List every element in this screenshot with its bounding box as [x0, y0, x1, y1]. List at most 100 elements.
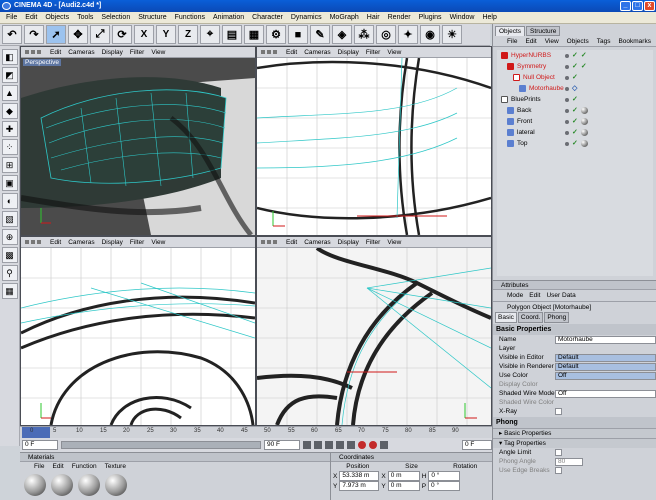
- menu-selection[interactable]: Selection: [101, 14, 130, 21]
- camera-icon[interactable]: ◉: [420, 25, 440, 44]
- redo-icon[interactable]: ↷: [24, 25, 44, 44]
- vp1-menu-edit[interactable]: Edit: [50, 49, 61, 56]
- vp2-menu-filter[interactable]: Filter: [366, 49, 380, 56]
- phong-basic-properties[interactable]: ▸ Basic Properties: [493, 428, 656, 438]
- om-menu-file[interactable]: File: [507, 38, 517, 45]
- om-menu-edit[interactable]: Edit: [525, 38, 536, 45]
- edges-mode-icon[interactable]: ⊞: [1, 157, 18, 173]
- material-swatch[interactable]: [24, 474, 46, 496]
- object-row-blueprints[interactable]: BluePrints ✓: [497, 94, 653, 105]
- tab-basic[interactable]: Basic: [495, 312, 517, 323]
- mat-menu-texture[interactable]: Texture: [105, 462, 126, 472]
- vp2-menu-view[interactable]: View: [387, 49, 401, 56]
- side-viewport[interactable]: Edit Cameras Display Filter View: [256, 46, 492, 236]
- tab-phong[interactable]: Phong: [544, 312, 570, 323]
- vp1-menu-filter[interactable]: Filter: [130, 49, 144, 56]
- tweak-mode-icon[interactable]: ▧: [1, 211, 18, 227]
- vp4-menu-view[interactable]: View: [387, 239, 401, 246]
- timeline-playhead[interactable]: [22, 427, 50, 438]
- phong-angle-field[interactable]: 80: [555, 457, 583, 466]
- points-mode-icon[interactable]: ⁘: [1, 139, 18, 155]
- shaded-wire-mode-field[interactable]: Off: [555, 389, 656, 398]
- perspective-viewport[interactable]: Edit Cameras Display Filter View Perspec…: [20, 46, 256, 236]
- object-row-null-object[interactable]: Null Object ✓: [497, 72, 653, 83]
- close-button[interactable]: x: [644, 1, 655, 11]
- object-row-lateral[interactable]: lateral ✓: [497, 127, 653, 138]
- goto-end-icon[interactable]: [347, 441, 355, 449]
- vp4-menu-edit[interactable]: Edit: [286, 239, 297, 246]
- animation-mode-icon[interactable]: ◐: [1, 193, 18, 209]
- om-menu-bookmarks[interactable]: Bookmarks: [618, 38, 651, 45]
- name-field[interactable]: Motorhaube: [555, 335, 656, 344]
- use-color-select[interactable]: Off: [555, 371, 656, 380]
- size-y-field[interactable]: 0 m: [387, 481, 420, 491]
- mat-menu-edit[interactable]: Edit: [52, 462, 63, 472]
- prev-frame-icon[interactable]: [314, 441, 322, 449]
- menu-help[interactable]: Help: [482, 14, 496, 21]
- vp4-menu-display[interactable]: Display: [338, 239, 359, 246]
- menu-functions[interactable]: Functions: [175, 14, 205, 21]
- autokey-icon[interactable]: [369, 441, 377, 449]
- goto-start-icon[interactable]: [303, 441, 311, 449]
- material-swatch[interactable]: [51, 474, 73, 496]
- vp1-menu-view[interactable]: View: [151, 49, 165, 56]
- polygons-mode-icon[interactable]: ▣: [1, 175, 18, 191]
- texture-mode-icon[interactable]: ◆: [1, 103, 18, 119]
- maximize-button[interactable]: □: [632, 1, 643, 11]
- move-icon[interactable]: ✥: [68, 25, 88, 44]
- menu-plugins[interactable]: Plugins: [419, 14, 442, 21]
- scene-icon[interactable]: ✦: [398, 25, 418, 44]
- size-x-field[interactable]: 0 m: [387, 471, 420, 481]
- material-swatch[interactable]: [105, 474, 127, 496]
- material-swatch[interactable]: [78, 474, 100, 496]
- array-icon[interactable]: ⁂: [354, 25, 374, 44]
- visible-editor-select[interactable]: Default: [555, 353, 656, 362]
- mat-menu-function[interactable]: Function: [72, 462, 97, 472]
- visible-renderer-select[interactable]: Default: [555, 362, 656, 371]
- menu-tools[interactable]: Tools: [77, 14, 93, 21]
- tab-objects[interactable]: Objects: [495, 26, 526, 36]
- om-menu-view[interactable]: View: [545, 38, 559, 45]
- object-row-front[interactable]: Front ✓: [497, 116, 653, 127]
- attr-menu-mode[interactable]: Mode: [507, 292, 523, 299]
- vp3-menu-edit[interactable]: Edit: [50, 239, 61, 246]
- vp3-menu-view[interactable]: View: [151, 239, 165, 246]
- object-row-symmetry[interactable]: Symmetry ✓ ✓: [497, 61, 653, 72]
- current-frame-field[interactable]: 0 F: [22, 440, 58, 450]
- menu-hair[interactable]: Hair: [367, 14, 380, 21]
- menu-file[interactable]: File: [6, 14, 17, 21]
- frame-range-slider[interactable]: [61, 441, 261, 449]
- menu-edit[interactable]: Edit: [25, 14, 37, 21]
- scale-icon[interactable]: ⤢: [90, 25, 110, 44]
- pen-spline-icon[interactable]: ✎: [310, 25, 330, 44]
- object-row-top[interactable]: Top ✓: [497, 138, 653, 149]
- xray-checkbox[interactable]: [555, 408, 562, 415]
- vp2-menu-edit[interactable]: Edit: [286, 49, 297, 56]
- position-x-field[interactable]: 53.338 m: [339, 471, 380, 481]
- menu-character[interactable]: Character: [252, 14, 283, 21]
- z-axis-lock-button[interactable]: Z: [178, 25, 198, 44]
- attr-menu-edit[interactable]: Edit: [529, 292, 540, 299]
- end-frame-field[interactable]: 90 F: [264, 440, 300, 450]
- vp1-menu-cameras[interactable]: Cameras: [68, 49, 94, 56]
- menu-mograph[interactable]: MoGraph: [330, 14, 359, 21]
- vp3-menu-filter[interactable]: Filter: [130, 239, 144, 246]
- render-view-icon[interactable]: ▤: [222, 25, 242, 44]
- rotation-p-field[interactable]: 0 °: [428, 481, 461, 491]
- deformer-icon[interactable]: ◎: [376, 25, 396, 44]
- record-icon[interactable]: [358, 441, 366, 449]
- phong-tag-properties[interactable]: ▾ Tag Properties: [493, 438, 656, 448]
- om-menu-tags[interactable]: Tags: [597, 38, 611, 45]
- edge-breaks-checkbox[interactable]: [555, 467, 562, 474]
- position-y-field[interactable]: 7.973 m: [339, 481, 380, 491]
- attr-menu-user-data[interactable]: User Data: [546, 292, 575, 299]
- front-viewport[interactable]: Edit Cameras Display Filter View: [20, 236, 256, 426]
- snap-icon[interactable]: ⚲: [1, 265, 18, 281]
- enable-axis-icon[interactable]: ⊕: [1, 229, 18, 245]
- play-icon[interactable]: [325, 441, 333, 449]
- object-mode-icon[interactable]: ▲: [1, 85, 18, 101]
- timeline-ruler[interactable]: 0 5 10 15 20 25 30 35 40 45 50 55 60 65 …: [20, 426, 492, 438]
- menu-render[interactable]: Render: [388, 14, 411, 21]
- object-row-hypernurbs[interactable]: HyperNURBS ✓ ✓: [497, 50, 653, 61]
- angle-limit-checkbox[interactable]: [555, 449, 562, 456]
